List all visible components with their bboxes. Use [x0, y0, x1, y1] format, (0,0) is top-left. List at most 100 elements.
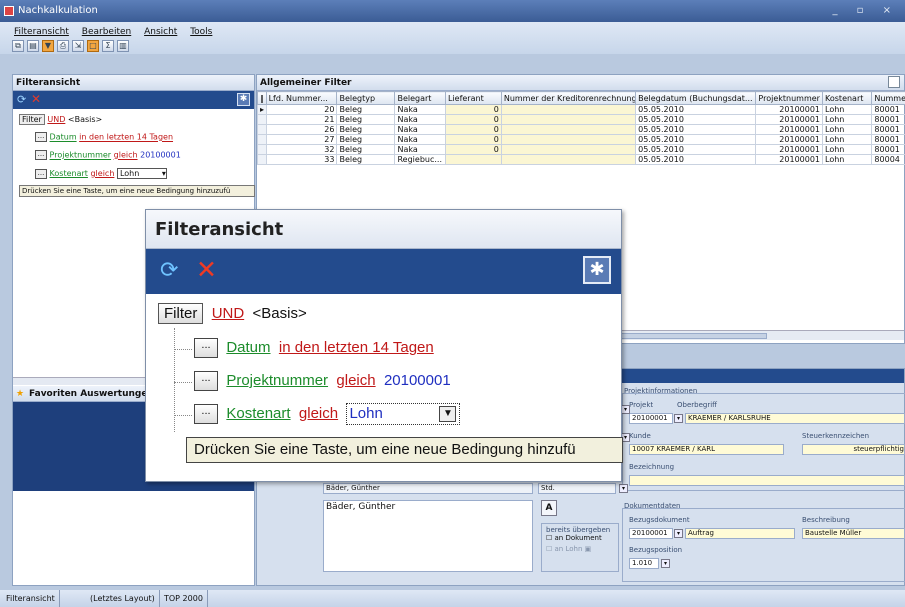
bezugsposition-field[interactable]: 1.010 — [629, 558, 659, 569]
table-cell[interactable]: Beleg — [336, 144, 396, 155]
ellipsis-button[interactable]: ... — [194, 404, 218, 424]
filter-operator[interactable]: in den letzten 14 Tagen — [79, 133, 173, 142]
table-row[interactable]: ▸ 20 Beleg Naka 0 05.05.2010 20100001 Lohn 80001 — [257, 104, 905, 115]
table-cell[interactable] — [500, 104, 637, 115]
table-cell[interactable]: 32 — [265, 144, 338, 155]
kostenart-select[interactable]: Lohn ▼ — [346, 403, 461, 425]
column-header[interactable]: Kostenart — [822, 91, 873, 105]
filter-operator[interactable]: gleich — [299, 405, 338, 422]
filter-icon[interactable]: ▼ — [42, 40, 54, 52]
mitarbeiter-field[interactable]: Bäder, Günther — [323, 483, 533, 494]
column-header[interactable]: Lieferant — [444, 91, 502, 105]
table-cell[interactable]: 80001 — [871, 104, 905, 115]
table-cell[interactable] — [500, 114, 637, 125]
row-header[interactable] — [257, 124, 267, 135]
table-cell[interactable]: Beleg — [336, 134, 396, 145]
refresh-icon[interactable]: ⟳ — [160, 258, 178, 283]
table-cell[interactable]: 05.05.2010 — [635, 154, 757, 165]
table-cell[interactable]: 05.05.2010 — [635, 144, 757, 155]
filter-field[interactable]: Datum — [226, 339, 270, 356]
sum-icon[interactable]: Σ — [102, 40, 114, 52]
grid-options-icon[interactable] — [888, 76, 900, 88]
table-cell[interactable]: 21 — [265, 114, 338, 125]
font-a-button[interactable]: A — [541, 500, 557, 516]
refresh-icon[interactable]: ⟳ — [17, 93, 26, 106]
delete-icon[interactable]: ✕ — [31, 92, 41, 106]
table-row[interactable]: 32 Beleg Naka 0 05.05.2010 20100001 Lohn 80001 — [257, 144, 905, 155]
oberbegriff-field[interactable]: KRAEMER / KARLSRUHE — [685, 413, 905, 424]
table-cell[interactable]: 80001 — [871, 134, 905, 145]
menu-filteransicht[interactable]: Filteransicht — [14, 27, 69, 37]
row-header[interactable] — [257, 144, 267, 155]
filter-field[interactable]: Kostenart — [226, 405, 290, 422]
window-controls[interactable]: _ ▫ × — [832, 0, 899, 22]
beschreibung-field[interactable]: Baustelle Müller — [802, 528, 905, 539]
table-row[interactable]: 26 Beleg Naka 0 05.05.2010 20100001 Lohn 80001 — [257, 124, 905, 135]
filter-button[interactable]: Filter — [158, 303, 204, 324]
bezeichnung-field[interactable] — [629, 475, 905, 486]
table-cell[interactable]: 05.05.2010 — [635, 114, 757, 125]
table-row[interactable]: 33 Beleg Regiebuc... 05.05.2010 20100001 Lohn… — [257, 154, 905, 165]
settings-icon[interactable]: ✱ — [583, 256, 611, 284]
row-header[interactable]: ▸ — [257, 104, 267, 115]
row-header[interactable] — [257, 134, 267, 145]
print-icon[interactable]: ⎙ — [57, 40, 69, 52]
table-row[interactable]: 27 Beleg Naka 0 05.05.2010 20100001 Lohn 80001 — [257, 134, 905, 145]
filter-value[interactable]: 20100001 — [384, 372, 451, 389]
table-cell[interactable]: Lohn — [822, 154, 873, 165]
chart-icon[interactable]: ▥ — [117, 40, 129, 52]
table-cell[interactable]: 0 — [444, 124, 502, 135]
table-cell[interactable]: Lohn — [822, 124, 873, 135]
filter-operator[interactable]: in den letzten 14 Tagen — [279, 339, 434, 356]
table-cell[interactable]: Naka — [394, 134, 446, 145]
chevron-down-icon[interactable]: ▾ — [674, 529, 683, 538]
table-cell[interactable] — [444, 154, 502, 165]
table-cell[interactable]: 20100001 — [755, 144, 824, 155]
row-header[interactable] — [257, 154, 267, 165]
chevron-down-icon[interactable]: ▾ — [661, 559, 670, 568]
kunde-field[interactable]: 10007 KRAEMER / KARL — [629, 444, 784, 455]
und-operator[interactable]: UND — [47, 115, 65, 124]
chevron-down-icon[interactable]: ▾ — [619, 484, 628, 493]
table-cell[interactable] — [500, 154, 637, 165]
ellipsis-button[interactable]: ... — [35, 168, 47, 179]
delete-icon[interactable]: ✕ — [196, 255, 217, 284]
table-cell[interactable]: 0 — [444, 114, 502, 125]
ellipsis-button[interactable]: ... — [35, 150, 47, 160]
einheit-field[interactable]: Std. — [538, 483, 616, 494]
table-cell[interactable]: 20100001 — [755, 104, 824, 115]
table-cell[interactable]: 80001 — [871, 144, 905, 155]
table-cell[interactable]: 26 — [265, 124, 338, 135]
table-cell[interactable]: 27 — [265, 134, 338, 145]
ellipsis-button[interactable]: ... — [194, 338, 218, 358]
chevron-down-icon[interactable]: ▼ — [439, 406, 457, 422]
column-header[interactable]: Belegart — [394, 91, 446, 105]
column-header[interactable]: Nummer — [871, 91, 905, 105]
table-row[interactable]: 21 Beleg Naka 0 05.05.2010 20100001 Lohn 80001 — [257, 114, 905, 125]
table-cell[interactable]: Naka — [394, 104, 446, 115]
an-dokument-checkbox[interactable]: ☐ an Dokument — [546, 534, 602, 542]
column-header[interactable]: Belegtyp — [336, 91, 396, 105]
an-lohn-checkbox[interactable]: ☐ an Lohn ▣ — [546, 545, 591, 553]
ellipsis-button[interactable]: ... — [194, 371, 218, 391]
table-cell[interactable] — [500, 144, 637, 155]
table-cell[interactable]: Lohn — [822, 114, 873, 125]
export-icon[interactable]: ⇲ — [72, 40, 84, 52]
table-cell[interactable]: Lohn — [822, 104, 873, 115]
table-cell[interactable]: Naka — [394, 114, 446, 125]
column-header[interactable]: Projektnummer — [755, 91, 824, 105]
column-header[interactable]: Lfd. Nummer... — [265, 91, 338, 105]
table-cell[interactable]: 80001 — [871, 114, 905, 125]
bezugsdokument-field[interactable]: 20100001 — [629, 528, 673, 539]
filter-field[interactable]: Kostenart — [50, 169, 88, 178]
menu-ansicht[interactable]: Ansicht — [144, 27, 177, 37]
kostenart-select[interactable]: Lohn ▾ — [116, 168, 167, 179]
filter-operator[interactable]: gleich — [90, 169, 114, 178]
filter-field[interactable]: Projektnummer — [50, 151, 112, 160]
projekt-field[interactable]: 20100001 — [629, 413, 673, 424]
table-cell[interactable]: Naka — [394, 144, 446, 155]
auftrag-field[interactable]: Auftrag — [685, 528, 795, 539]
add-condition-hint[interactable]: Drücken Sie eine Taste, um eine neue Bed… — [186, 437, 623, 463]
table-cell[interactable]: 33 — [265, 154, 338, 165]
chevron-down-icon[interactable]: ▾ — [674, 414, 683, 423]
